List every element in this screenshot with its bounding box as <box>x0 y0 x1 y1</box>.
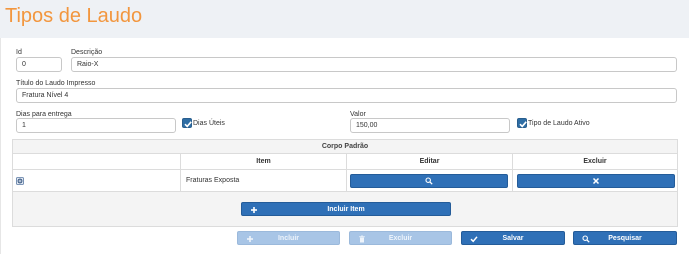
table-row-item: Fraturas Exposta <box>186 177 240 184</box>
salvar-label: Salvar <box>502 234 524 242</box>
page-title: Tipos de Laudo <box>5 5 143 27</box>
salvar-button[interactable]: Salvar <box>461 231 565 245</box>
title-bar: Tipos de Laudo <box>0 0 689 38</box>
descricao-label: Descrição <box>71 49 103 56</box>
dias-entrega-field[interactable]: 1 <box>16 118 176 133</box>
valor-field[interactable]: 150,00 <box>350 118 510 133</box>
check-icon <box>519 121 527 128</box>
plus-icon <box>247 236 253 242</box>
table-row-select-cell <box>13 170 181 192</box>
excluir-button[interactable]: Excluir <box>349 231 452 245</box>
dias-uteis-checkbox-group[interactable]: Dias Úteis <box>182 118 225 128</box>
grid-header-excluir: Excluir <box>513 154 677 170</box>
plus-icon <box>251 207 257 213</box>
titulo-laudo-field[interactable]: Fratura Nível 4 <box>16 88 677 103</box>
pesquisar-label: Pesquisar <box>608 234 642 242</box>
add-item-button[interactable]: Incluir Item <box>241 202 451 216</box>
descricao-field[interactable]: Raio-X <box>71 57 677 72</box>
tipo-ativo-checkbox-group[interactable]: Tipo de Laudo Ativo <box>517 118 590 128</box>
dias-uteis-checkbox[interactable] <box>182 118 192 128</box>
table-row-edit-cell <box>347 170 513 192</box>
table-row-item-cell: Fraturas Exposta <box>181 170 347 192</box>
checkmark-icon <box>470 236 478 243</box>
tipo-ativo-checkbox[interactable] <box>517 118 527 128</box>
edit-row-button[interactable] <box>350 174 508 188</box>
search-icon <box>582 235 590 243</box>
dias-uteis-label: Dias Úteis <box>193 119 225 127</box>
tipo-ativo-label: Tipo de Laudo Ativo <box>528 119 590 127</box>
add-item-label: Incluir Item <box>327 205 365 213</box>
titulo-laudo-label: Título do Laudo Impresso <box>16 80 96 87</box>
gear-icon[interactable] <box>16 177 24 185</box>
table-row-delete-cell <box>513 170 677 192</box>
grid-header-select <box>13 154 181 170</box>
grid-header-item: Item <box>181 154 347 170</box>
incluir-button[interactable]: Incluir <box>237 231 340 245</box>
delete-row-button[interactable] <box>517 174 675 188</box>
corpo-padrao-grid: Corpo Padrão Item Editar Excluir Fratura… <box>12 139 678 227</box>
id-field[interactable]: 0 <box>16 57 62 72</box>
check-icon <box>184 121 192 128</box>
id-label: Id <box>16 49 22 56</box>
excluir-label: Excluir <box>388 234 413 242</box>
grid-header-editar: Editar <box>347 154 513 170</box>
search-icon <box>425 177 433 185</box>
incluir-label: Incluir <box>277 234 299 242</box>
trash-icon <box>359 235 365 243</box>
pesquisar-button[interactable]: Pesquisar <box>573 231 677 245</box>
close-icon <box>592 177 600 185</box>
grid-caption: Corpo Padrão <box>13 140 677 154</box>
